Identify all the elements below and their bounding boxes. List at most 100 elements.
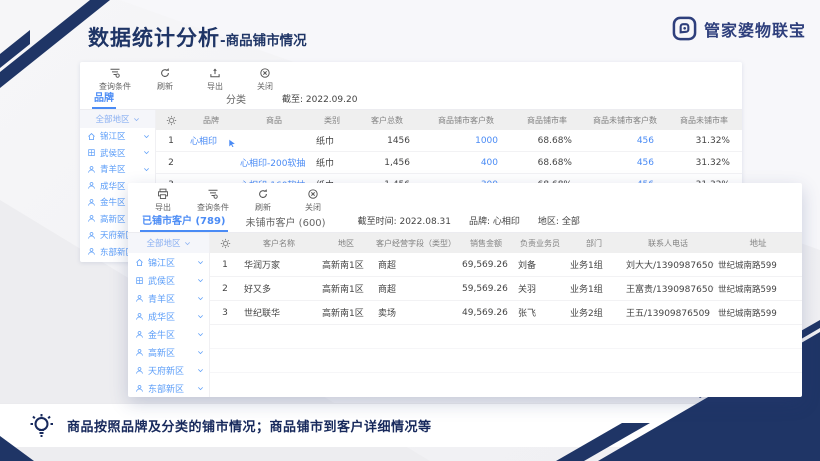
chevron-down-icon <box>197 367 204 374</box>
filter-summary: 截至时间: 2022.08.31 品牌: 心相印 地区: 全部 <box>358 214 580 232</box>
gear-icon <box>166 115 177 126</box>
footer-tip-text: 商品按照品牌及分类的铺市情况；商品铺市到客户详细情况等 <box>67 416 432 435</box>
empty-row <box>210 325 802 349</box>
person-icon <box>135 294 144 303</box>
table-row[interactable]: 2 好又多 高新南1区 商超 59,569.26 关羽 业务1组 王富贵/139… <box>210 277 802 301</box>
printer-icon <box>157 188 169 200</box>
person-icon <box>135 348 144 357</box>
sidebar-item-jinniu[interactable]: 金牛区 <box>128 325 209 343</box>
chevron-down-icon <box>197 295 204 302</box>
home-icon <box>135 258 144 267</box>
panel2-toolbar: 导出 查询条件 刷新 关闭 <box>128 183 802 211</box>
as-of-date: 截至: 2022.09.20 <box>282 92 357 109</box>
sidebar-item-wuhou[interactable]: 武侯区 <box>80 145 155 162</box>
export-button[interactable]: 导出 <box>138 188 188 213</box>
refresh-button[interactable]: 刷新 <box>140 67 190 92</box>
empty-row <box>210 349 802 373</box>
table-row[interactable]: 2 心相印-200软抽 纸巾 1,456 400 68.68% 456 31.3… <box>156 152 742 174</box>
cursor-icon <box>227 138 236 147</box>
column-settings-button[interactable] <box>210 238 240 249</box>
person-icon <box>135 366 144 375</box>
table-header-row: 品牌 商品 类别 客户总数 商品铺市客户数 商品铺市率 商品未铺市客户数 商品未… <box>156 110 742 130</box>
chevron-down-icon <box>143 149 150 156</box>
close-button[interactable]: 关闭 <box>288 188 338 213</box>
panel2-tabs: 已铺市客户 (789) 未铺市客户 (600) 截至时间: 2022.08.31… <box>128 211 802 233</box>
lightbulb-icon <box>28 412 55 439</box>
panel1-toolbar: 查询条件 刷新 导出 关闭 <box>80 62 742 90</box>
tab-brand[interactable]: 品牌 <box>92 89 116 109</box>
refresh-icon <box>159 67 171 79</box>
person-icon <box>135 384 144 393</box>
sidebar-item-qingyang[interactable]: 青羊区 <box>80 161 155 178</box>
sidebar-item-wuhou[interactable]: 武侯区 <box>128 271 209 289</box>
chevron-down-icon <box>197 349 204 356</box>
region-dropdown[interactable]: 全部地区 <box>80 110 155 128</box>
sidebar-item-eastern-new[interactable]: 东部新区 <box>128 379 209 397</box>
chevron-down-icon <box>197 277 204 284</box>
person-icon <box>87 165 96 174</box>
chevron-down-icon <box>197 259 204 266</box>
chevron-down-icon <box>133 116 140 123</box>
brand-filter: 品牌: 心相印 <box>469 214 520 227</box>
covered-count-link[interactable]: 400 <box>422 158 510 168</box>
covered-customers-window: 导出 查询条件 刷新 关闭 已铺市客户 (789) 未铺市客户 (600) 截至… <box>128 183 802 397</box>
covered-customers-table: 客户名称 地区 客户经营字段（类型） 销售金额 负责业务员 部门 联系人电话 地… <box>210 233 802 397</box>
footer-tip-bar: 商品按照品牌及分类的铺市情况；商品铺市到客户详细情况等 <box>0 403 820 447</box>
person-icon <box>135 330 144 339</box>
page-title-sub: -商品铺市情况 <box>220 29 307 49</box>
person-icon <box>87 198 96 207</box>
building-icon <box>87 148 96 157</box>
person-icon <box>135 312 144 321</box>
brand-logo-text: 管家婆物联宝 <box>704 17 806 41</box>
sidebar-item-tianfu-new[interactable]: 天府新区 <box>128 361 209 379</box>
query-conditions-button[interactable]: 查询条件 <box>188 188 238 213</box>
uncovered-count-link[interactable]: 456 <box>584 158 666 168</box>
tab-covered-customers[interactable]: 已铺市客户 (789) <box>140 212 228 232</box>
filter-icon <box>207 188 219 200</box>
panel2-region-sidebar: 全部地区 锦江区 武侯区 青羊区 成华区 金牛区 高新区 天府新区 东部新区 <box>128 233 210 397</box>
chevron-down-icon <box>197 385 204 392</box>
brand-logo-icon <box>672 16 697 41</box>
chevron-down-icon <box>143 166 150 173</box>
refresh-button[interactable]: 刷新 <box>238 188 288 213</box>
column-settings-button[interactable] <box>156 115 186 126</box>
person-icon <box>87 247 96 256</box>
export-button[interactable]: 导出 <box>190 67 240 92</box>
close-button[interactable]: 关闭 <box>240 67 290 92</box>
close-icon <box>259 67 271 79</box>
sidebar-item-chenghua[interactable]: 成华区 <box>128 307 209 325</box>
page-title: 数据统计分析-商品铺市情况 <box>88 22 307 52</box>
sidebar-item-jinjiang[interactable]: 锦江区 <box>128 253 209 271</box>
sidebar-item-qingyang[interactable]: 青羊区 <box>128 289 209 307</box>
page-title-main: 数据统计分析 <box>88 22 220 52</box>
chevron-down-icon <box>197 313 204 320</box>
person-icon <box>87 231 96 240</box>
uncovered-count-link[interactable]: 456 <box>584 136 666 146</box>
gear-icon <box>220 238 231 249</box>
table-row[interactable]: 3 世纪联华 高新南1区 卖场 49,569.26 张飞 业务2组 王五/139… <box>210 301 802 325</box>
chevron-down-icon <box>143 133 150 140</box>
as-of-date: 截至时间: 2022.08.31 <box>358 214 451 227</box>
refresh-icon <box>257 188 269 200</box>
close-icon <box>307 188 319 200</box>
covered-count-link[interactable]: 1000 <box>422 136 510 146</box>
region-dropdown[interactable]: 全部地区 <box>128 233 209 253</box>
home-icon <box>87 132 96 141</box>
person-icon <box>87 181 96 190</box>
brand-link[interactable]: 心相印 <box>186 134 236 147</box>
chevron-down-icon <box>184 240 191 247</box>
sidebar-item-jinjiang[interactable]: 锦江区 <box>80 128 155 145</box>
person-icon <box>87 214 96 223</box>
region-filter: 地区: 全部 <box>538 214 580 227</box>
sidebar-item-gaoxin[interactable]: 高新区 <box>128 343 209 361</box>
chevron-down-icon <box>197 331 204 338</box>
tab-category[interactable]: 分类 <box>224 91 248 109</box>
page: 数据统计分析-商品铺市情况 管家婆物联宝 查询条件 刷新 导出 关闭 <box>0 0 820 461</box>
brand-logo: 管家婆物联宝 <box>672 16 806 41</box>
export-icon <box>209 67 221 79</box>
product-link[interactable]: 心相印-200软抽 <box>236 156 312 169</box>
table-row[interactable]: 1 心相印 纸巾 1456 1000 68.68% 456 31.32% <box>156 130 742 152</box>
table-row[interactable]: 1 华润万家 高新南1区 商超 69,569.26 刘备 业务1组 刘大大/13… <box>210 253 802 277</box>
tab-uncovered-customers[interactable]: 未铺市客户 (600) <box>244 214 328 232</box>
panel1-tabs: 品牌 分类 截至: 2022.09.20 <box>80 90 742 110</box>
